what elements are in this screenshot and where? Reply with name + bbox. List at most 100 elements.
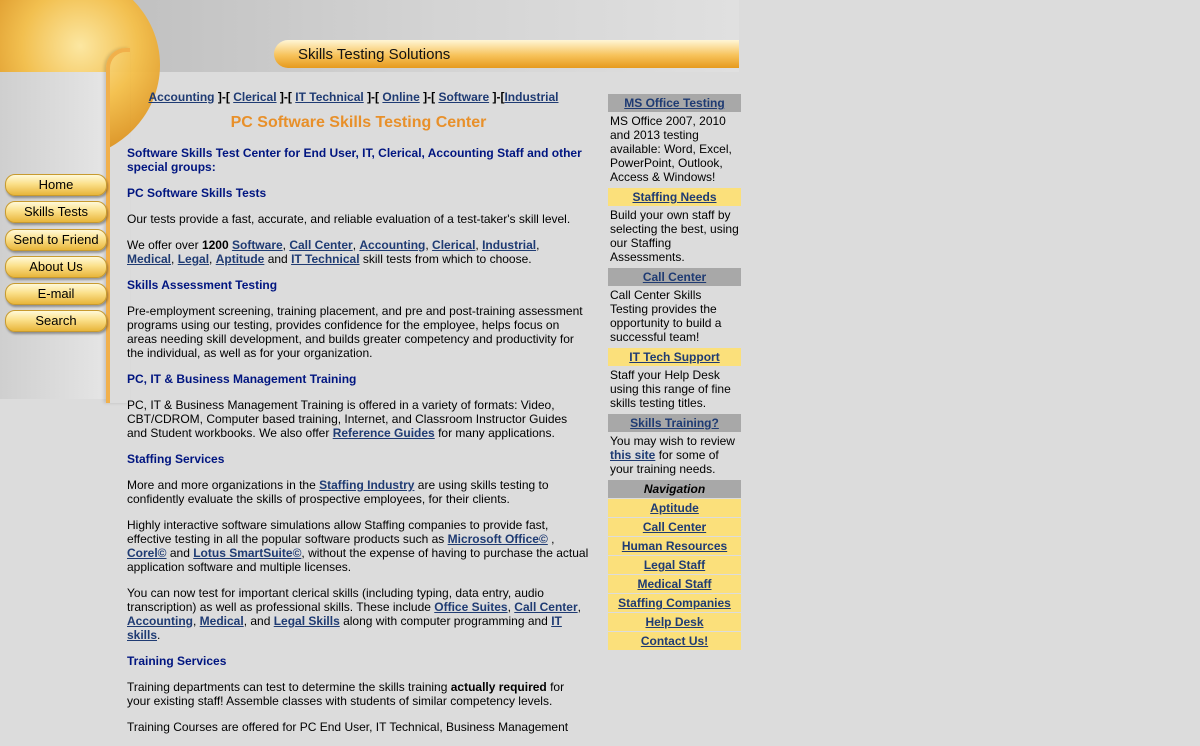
aptitude-link[interactable]: Aptitude — [650, 501, 699, 515]
text-fragment: More and more organizations in the — [127, 478, 320, 492]
lotus-smartsuite-link[interactable]: Lotus SmartSuite© — [193, 546, 301, 560]
call-center-link[interactable]: Call Center — [643, 270, 706, 284]
ms-office-testing-link[interactable]: MS Office Testing — [624, 96, 724, 110]
training-services-text-2: Training Courses are offered for PC End … — [127, 720, 569, 734]
contact-us-link[interactable]: Contact Us! — [641, 634, 708, 648]
it-technical-link[interactable]: IT Technical — [291, 252, 359, 266]
skills-training-text: You may wish to review this site for som… — [608, 434, 741, 476]
corel-link[interactable]: Corel© — [127, 546, 167, 560]
nav-send-to-friend-button[interactable]: Send to Friend — [5, 229, 107, 251]
medical-link[interactable]: Medical — [200, 614, 244, 628]
text-fragment: along with computer programming and — [339, 614, 552, 628]
staffing-text-2: Highly interactive software simulations … — [127, 518, 590, 574]
intro-heading: Software Skills Test Center for End User… — [127, 146, 582, 174]
topnav-separator: ]-[ — [367, 90, 380, 104]
topnav-industrial-link[interactable]: Industrial — [504, 90, 558, 104]
industrial-link[interactable]: Industrial — [482, 238, 536, 252]
topnav-accounting-link[interactable]: Accounting — [149, 90, 215, 104]
medical-link[interactable]: Medical — [127, 252, 171, 266]
navigation-heading: Navigation — [608, 480, 741, 498]
staffing-needs-text: Build your own staff by selecting the be… — [610, 208, 739, 264]
top-category-nav: Accounting ]-[ Clerical ]-[ IT Technical… — [117, 90, 590, 104]
text-fragment: , — [547, 532, 555, 546]
human-resources-link[interactable]: Human Resources — [622, 539, 727, 553]
training-text: PC, IT & Business Management Training is… — [127, 398, 590, 440]
training-services-text-1: Training departments can test to determi… — [127, 680, 590, 708]
it-tech-support-link[interactable]: IT Tech Support — [629, 350, 719, 364]
staffing-text-3: You can now test for important clerical … — [127, 586, 581, 642]
staffing-text-1: More and more organizations in the Staff… — [127, 478, 590, 506]
sidebar-nav-staffing-companies: Staffing Companies — [608, 594, 741, 612]
test-count: 1200 — [201, 238, 229, 252]
page-title: PC Software Skills Testing Center — [230, 114, 487, 131]
sidebar-nav-medical-staff: Medical Staff — [608, 575, 741, 593]
skills-assessment-heading: Skills Assessment Testing — [127, 278, 278, 292]
microsoft-office-link[interactable]: Microsoft Office© — [448, 532, 548, 546]
topnav-separator: ]-[ — [423, 90, 436, 104]
software-link[interactable]: Software — [232, 238, 283, 252]
reference-guides-link[interactable]: Reference Guides — [333, 426, 435, 440]
right-sidebar: MS Office Testing MS Office 2007, 2010 a… — [608, 94, 741, 651]
sidebar-nav-legal-staff: Legal Staff — [608, 556, 741, 574]
text-fragment: and — [166, 546, 194, 560]
staffing-industry-link[interactable]: Staffing Industry — [319, 478, 414, 492]
text-fragment: for many applications. — [434, 426, 555, 440]
accounting-link[interactable]: Accounting — [127, 614, 193, 628]
topnav-clerical-link[interactable]: Clerical — [233, 90, 276, 104]
call-center-link[interactable]: Call Center — [514, 600, 577, 614]
it-tech-support-header: IT Tech Support — [608, 348, 741, 366]
help-desk-link[interactable]: Help Desk — [645, 615, 703, 629]
site-title: Skills Testing Solutions — [298, 46, 451, 63]
training-services-heading: Training Services — [127, 654, 227, 668]
main-content: Accounting ]-[ Clerical ]-[ IT Technical… — [127, 90, 590, 746]
text-fragment: skill tests from which to choose. — [359, 252, 532, 266]
skills-training-header: Skills Training? — [608, 414, 741, 432]
legal-skills-link[interactable]: Legal Skills — [274, 614, 340, 628]
topnav-it-technical-link[interactable]: IT Technical — [295, 90, 363, 104]
call-center-link[interactable]: Call Center — [643, 520, 706, 534]
clerical-link[interactable]: Clerical — [432, 238, 475, 252]
ms-office-testing-text: MS Office 2007, 2010 and 2013 testing av… — [610, 114, 732, 184]
accounting-link[interactable]: Accounting — [359, 238, 425, 252]
skills-training-link[interactable]: Skills Training? — [630, 416, 719, 430]
nav-home-button[interactable]: Home — [5, 174, 107, 196]
topnav-online-link[interactable]: Online — [382, 90, 419, 104]
medical-staff-link[interactable]: Medical Staff — [637, 577, 711, 591]
text-fragment: and — [264, 252, 292, 266]
sidebar-nav-human-resources: Human Resources — [608, 537, 741, 555]
text-fragment: Training departments can test to determi… — [127, 680, 451, 694]
topnav-software-link[interactable]: Software — [438, 90, 489, 104]
text-fragment: You may wish to review — [610, 434, 735, 448]
legal-staff-link[interactable]: Legal Staff — [644, 558, 705, 572]
sidebar-nav-contact-us: Contact Us! — [608, 632, 741, 650]
call-center-text: Call Center Skills Testing provides the … — [610, 288, 722, 344]
nav-search-button[interactable]: Search — [5, 310, 107, 332]
it-tech-support-text: Staff your Help Desk using this range of… — [610, 368, 731, 410]
staffing-services-heading: Staffing Services — [127, 452, 225, 466]
topnav-separator: ]-[ — [217, 90, 230, 104]
office-suites-link[interactable]: Office Suites — [434, 600, 507, 614]
staffing-needs-link[interactable]: Staffing Needs — [632, 190, 716, 204]
topnav-separator: ]-[ — [492, 90, 505, 104]
nav-skills-tests-button[interactable]: Skills Tests — [5, 201, 107, 223]
aptitude-link[interactable]: Aptitude — [216, 252, 265, 266]
staffing-companies-link[interactable]: Staffing Companies — [618, 596, 731, 610]
skills-assessment-text: Pre-employment screening, training place… — [127, 304, 583, 360]
site-title-bar: Skills Testing Solutions — [274, 40, 739, 68]
emphasis-text: actually required — [450, 680, 547, 694]
sidebar-nav-aptitude: Aptitude — [608, 499, 741, 517]
nav-about-us-button[interactable]: About Us — [5, 256, 107, 278]
text-fragment: We offer over — [127, 238, 202, 252]
ms-office-testing-header: MS Office Testing — [608, 94, 741, 112]
legal-link[interactable]: Legal — [178, 252, 209, 266]
test-categories-text: We offer over 1200 Software, Call Center… — [127, 238, 540, 266]
nav-email-button[interactable]: E-mail — [5, 283, 107, 305]
call-center-header: Call Center — [608, 268, 741, 286]
this-site-link[interactable]: this site — [610, 448, 655, 462]
topnav-separator: ]-[ — [279, 90, 292, 104]
staffing-needs-header: Staffing Needs — [608, 188, 741, 206]
training-heading: PC, IT & Business Management Training — [127, 372, 357, 386]
call-center-link[interactable]: Call Center — [289, 238, 352, 252]
sidebar-nav-call-center: Call Center — [608, 518, 741, 536]
software-tests-text: Our tests provide a fast, accurate, and … — [127, 212, 571, 226]
